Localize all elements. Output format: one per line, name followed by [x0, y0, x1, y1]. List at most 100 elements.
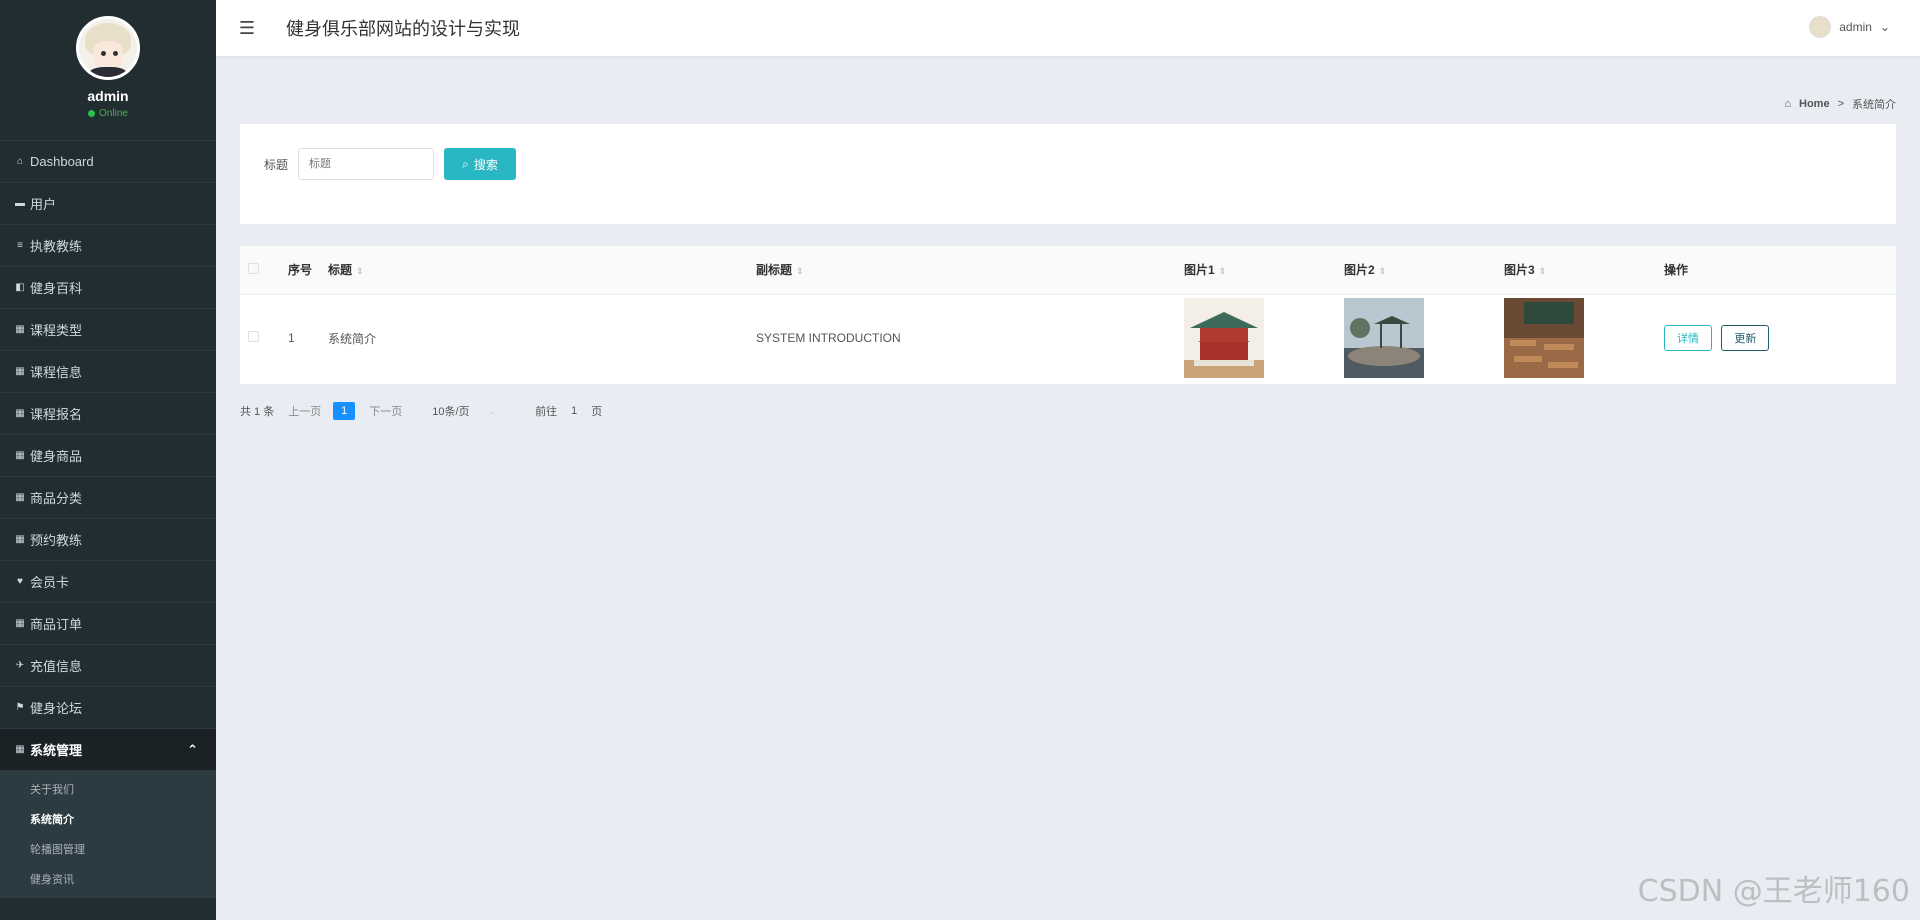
sidebar-item-course-types[interactable]: ▦ 课程类型	[0, 308, 216, 350]
grid-icon: ▦	[15, 492, 25, 503]
main-content: ⌂ Home > 系统简介 标题 ⌕ 搜索 序号 标题⇕ 副标题⇕ 图片1⇕	[216, 56, 1920, 920]
sidebar-item-coaches[interactable]: ≡ 执教教练	[0, 224, 216, 266]
breadcrumb-home[interactable]: Home	[1799, 98, 1830, 110]
search-icon: ⌕	[462, 156, 469, 171]
sidebar-item-system[interactable]: ▦ 系统管理 ⌃	[0, 728, 216, 770]
sort-icon: ⇕	[796, 266, 804, 277]
sidebar-item-label: 课程类型	[30, 323, 83, 338]
sidebar-item-label: 商品订单	[30, 617, 83, 632]
sort-icon: ⇕	[356, 266, 364, 277]
sidebar-item-label: 系统管理	[30, 743, 83, 758]
grid-icon: ▦	[15, 618, 25, 629]
sidebar-item-label: 健身百科	[30, 281, 83, 296]
select-all-checkbox[interactable]	[248, 262, 259, 274]
row-subtitle: SYSTEM INTRODUCTION	[756, 294, 1184, 382]
user-name: admin	[1839, 20, 1872, 34]
row-index: 1	[288, 294, 328, 382]
system-submenu: 关于我们 系统简介 轮播图管理 健身资讯	[0, 770, 216, 898]
column-header-index: 序号	[288, 246, 328, 295]
chevron-up-icon: ⌃	[187, 741, 198, 757]
sidebar-item-booking[interactable]: ▦ 预约教练	[0, 518, 216, 560]
sidebar-item-membership[interactable]: ♥ 会员卡	[0, 560, 216, 602]
submenu-item-news[interactable]: 健身资讯	[0, 864, 216, 894]
sidebar: admin Online ⌂ Dashboard ▬ 用户 ≡ 执教教练 ◧ 健身百科 …	[0, 0, 216, 920]
submenu-item-about[interactable]: 关于我们	[0, 774, 216, 804]
plane-icon: ✈	[15, 660, 25, 671]
home-icon: ⌂	[16, 156, 24, 167]
sidebar-item-dashboard[interactable]: ⌂ Dashboard	[0, 140, 216, 182]
breadcrumb: ⌂ Home > 系统简介	[1784, 96, 1896, 112]
image3-thumbnail[interactable]	[1504, 298, 1584, 379]
submenu-item-intro[interactable]: 系统简介	[0, 804, 216, 834]
sort-icon: ⇕	[1218, 266, 1227, 277]
sidebar-item-users[interactable]: ▬ 用户	[0, 182, 216, 224]
sort-icon: ⇕	[1378, 266, 1387, 277]
search-input[interactable]	[298, 148, 435, 180]
page-number-button[interactable]: 1	[333, 402, 356, 420]
sidebar-item-label: Dashboard	[30, 154, 94, 169]
search-button-label: 搜索	[473, 157, 498, 172]
list-icon: ≡	[17, 240, 23, 251]
detail-button[interactable]: 详情	[1664, 325, 1712, 352]
next-page-button[interactable]: 下一页	[369, 403, 402, 419]
sidebar-item-label: 健身商品	[30, 449, 83, 464]
goto-suffix: 页	[591, 406, 603, 418]
grid-icon: ▦	[15, 366, 25, 377]
goto-page: 前往 1 页	[535, 403, 602, 419]
chevron-down-icon: ⌄	[487, 405, 496, 416]
prev-page-button[interactable]: 上一页	[288, 403, 321, 419]
breadcrumb-current: 系统简介	[1852, 99, 1896, 111]
menu-toggle-icon[interactable]: ☰	[222, 0, 272, 56]
user-menu[interactable]: admin ⌄	[1809, 16, 1890, 38]
goto-page-input[interactable]: 1	[571, 405, 577, 417]
sidebar-item-products[interactable]: ▦ 健身商品	[0, 434, 216, 476]
online-dot-icon	[88, 110, 96, 117]
row-title: 系统简介	[328, 294, 756, 382]
search-label: 标题	[264, 157, 289, 172]
column-header-actions: 操作	[1664, 246, 1896, 295]
sidebar-item-label: 商品分类	[30, 491, 83, 506]
sidebar-item-label: 课程报名	[30, 407, 83, 422]
avatar[interactable]	[76, 16, 140, 80]
page-size-value: 10条/页	[432, 406, 470, 418]
home-icon: ⌂	[1784, 98, 1791, 110]
goto-label: 前往	[535, 406, 558, 418]
row-checkbox[interactable]	[248, 331, 259, 343]
column-header-image2[interactable]: 图片2 ⇕	[1344, 246, 1504, 295]
heart-icon: ♥	[17, 576, 23, 587]
sidebar-item-course-info[interactable]: ▦ 课程信息	[0, 350, 216, 392]
sidebar-item-course-signup[interactable]: ▦ 课程报名	[0, 392, 216, 434]
grid-icon: ▦	[15, 450, 25, 461]
sidebar-item-orders[interactable]: ▦ 商品订单	[0, 602, 216, 644]
data-table: 序号 标题 ⇕ 副标题 ⇕ 图片1 ⇕ 图片2 ⇕ 图片3 ⇕ 操作 1 系统简介 SYS…	[240, 246, 1896, 384]
sidebar-item-recharge[interactable]: ✈ 充值信息	[0, 644, 216, 686]
sidebar-item-forum[interactable]: ⚑ 健身论坛	[0, 686, 216, 728]
page-size-select[interactable]: 10条/页 ⌄	[432, 403, 495, 419]
search-button[interactable]: ⌕ 搜索	[444, 148, 517, 180]
page-title: 健身俱乐部网站的设计与实现	[286, 19, 520, 39]
column-header-subtitle[interactable]: 副标题 ⇕	[756, 246, 1184, 295]
sidebar-item-label: 预约教练	[30, 533, 83, 548]
grid-icon: ▦	[15, 324, 25, 335]
profile-name: admin	[87, 88, 129, 104]
image2-thumbnail[interactable]	[1344, 298, 1424, 379]
grid-icon: ▦	[15, 408, 25, 419]
watermark: CSDN @王老师160	[1637, 874, 1910, 909]
grid-icon: ▦	[15, 744, 25, 755]
sidebar-item-label: 健身论坛	[30, 701, 83, 716]
status-text: Online	[99, 108, 128, 119]
submenu-item-carousel[interactable]: 轮播图管理	[0, 834, 216, 864]
table-row: 1 系统简介 SYSTEM INTRODUCTION 详情 更新	[240, 294, 1896, 382]
sidebar-item-encyclopedia[interactable]: ◧ 健身百科	[0, 266, 216, 308]
pagination-total: 共 1 条	[240, 406, 275, 418]
pagination: 共 1 条 上一页 1 下一页 10条/页 ⌄ 前往 1 页	[240, 402, 602, 420]
column-header-image1[interactable]: 图片1 ⇕	[1184, 246, 1344, 295]
status-badge: Online	[88, 108, 128, 119]
column-header-image3[interactable]: 图片3 ⇕	[1504, 246, 1664, 295]
sidebar-item-categories[interactable]: ▦ 商品分类	[0, 476, 216, 518]
column-header-title[interactable]: 标题 ⇕	[328, 246, 756, 295]
update-button[interactable]: 更新	[1721, 325, 1770, 352]
image1-thumbnail[interactable]	[1184, 298, 1264, 379]
flag-icon: ⚑	[15, 702, 25, 713]
sidebar-item-label: 执教教练	[30, 239, 83, 254]
